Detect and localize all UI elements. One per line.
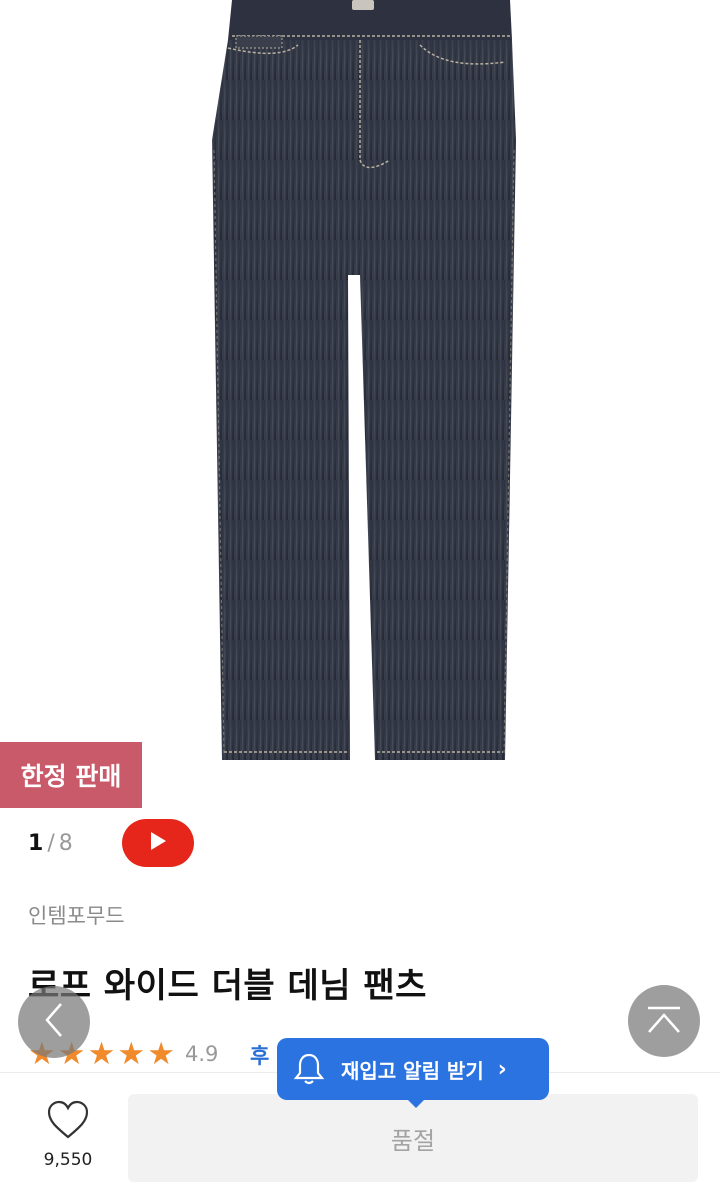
star-icon: ★	[87, 1035, 116, 1072]
tooltip-arrow	[406, 1098, 426, 1108]
scroll-top-button[interactable]	[628, 985, 700, 1057]
wishlist-button[interactable]: 9,550	[30, 1100, 106, 1180]
rating-value: 4.9	[184, 1042, 219, 1066]
product-title: 로프 와이드 더블 데님 팬츠	[28, 966, 427, 1006]
scroll-top-icon	[644, 1002, 684, 1040]
heart-icon	[46, 1100, 90, 1144]
product-image	[0, 0, 720, 790]
star-icon: ★	[147, 1035, 175, 1072]
counter-total: 8	[58, 830, 73, 856]
image-counter: 1 / 8	[28, 828, 73, 858]
video-button[interactable]	[122, 819, 194, 867]
chevron-right-icon: ›	[497, 1056, 507, 1082]
counter-separator: /	[47, 830, 55, 856]
brand-name[interactable]: 인템포무드	[28, 900, 125, 930]
limited-sale-badge: 한정 판매	[0, 742, 142, 808]
star-icon: ★	[117, 1035, 146, 1072]
restock-alert-button[interactable]: 재입고 알림 받기 ›	[277, 1038, 549, 1100]
review-link[interactable]: 후	[250, 1040, 269, 1070]
prev-button[interactable]	[18, 986, 90, 1058]
wishlist-count: 9,550	[43, 1150, 93, 1170]
counter-current: 1	[28, 830, 44, 856]
chevron-left-icon	[39, 1000, 69, 1044]
play-icon	[148, 830, 168, 856]
restock-alert-label: 재입고 알림 받기	[341, 1058, 484, 1083]
bell-icon	[293, 1052, 325, 1086]
